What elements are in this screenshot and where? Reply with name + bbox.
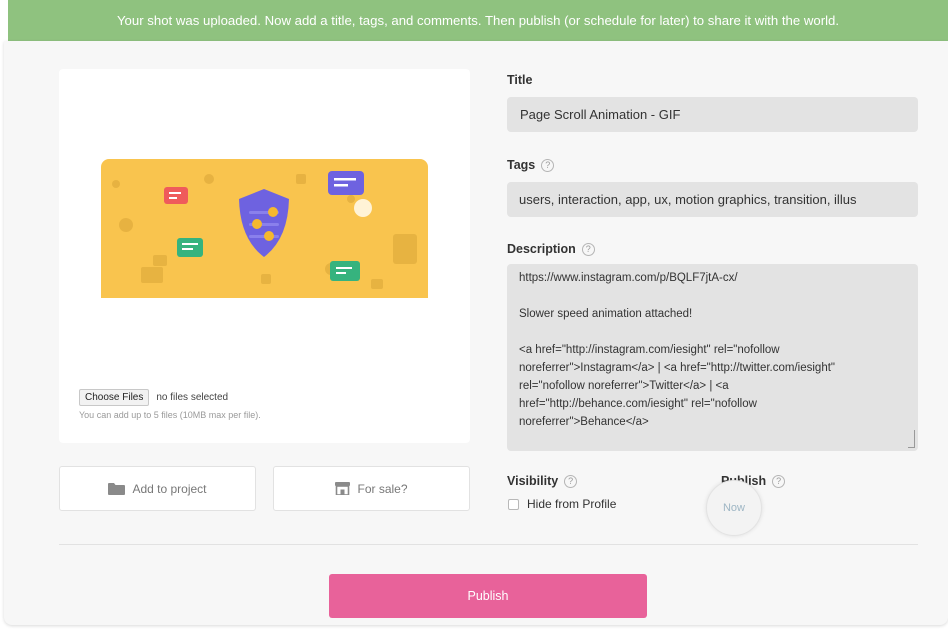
title-label-text: Title	[507, 73, 533, 87]
tags-label-text: Tags	[507, 158, 536, 172]
hide-from-profile-row[interactable]: Hide from Profile	[508, 497, 616, 511]
hide-from-profile-checkbox[interactable]	[508, 498, 519, 510]
add-to-project-label: Add to project	[132, 481, 207, 496]
file-status-text: no files selected	[156, 392, 229, 403]
add-to-project-button[interactable]: Add to project	[59, 466, 256, 511]
upload-page: Your shot was uploaded. Now add a title,…	[0, 0, 948, 631]
description-line	[519, 287, 910, 305]
help-icon[interactable]: ?	[581, 242, 595, 256]
visibility-label-text: Visibility	[507, 474, 559, 488]
help-icon[interactable]: ?	[541, 158, 555, 172]
publish-now-label: Now	[722, 502, 745, 514]
description-line: https://www.instagram.com/p/BQLF7jtA-cx/	[519, 272, 738, 284]
file-picker-row: Choose Files no files selected	[79, 389, 228, 406]
folder-icon	[108, 482, 126, 495]
for-sale-button[interactable]: For sale?	[273, 466, 470, 511]
for-sale-label: For sale?	[357, 481, 408, 496]
description-line: <a href="http://instagram.com/iesight" r…	[519, 344, 780, 356]
description-line	[519, 323, 910, 341]
upload-success-banner: Your shot was uploaded. Now add a title,…	[8, 0, 948, 41]
title-input[interactable]: Page Scroll Animation - GIF	[507, 97, 918, 132]
shot-preview-image	[101, 159, 428, 298]
visibility-label: Visibility ?	[507, 474, 578, 488]
description-line: rel="nofollow noreferrer">Twitter</a> | …	[519, 380, 729, 392]
title-label: Title	[507, 73, 532, 87]
description-line: href="http://behance.com/iesight" rel="n…	[519, 398, 757, 410]
description-textarea[interactable]: https://www.instagram.com/p/BQLF7jtA-cx/…	[507, 264, 918, 451]
tags-label: Tags ?	[507, 158, 555, 172]
hide-from-profile-label: Hide from Profile	[527, 497, 617, 511]
description-line: Slower speed animation attached!	[519, 308, 693, 320]
description-label-text: Description	[507, 242, 576, 256]
help-icon[interactable]: ?	[564, 474, 578, 488]
tags-input[interactable]: users, interaction, app, ux, motion grap…	[507, 182, 918, 217]
description-line: noreferrer">Behance</a>	[519, 416, 649, 428]
resize-grip-icon[interactable]	[908, 430, 915, 448]
form-divider	[59, 544, 918, 545]
file-size-hint: You can add up to 5 files (10MB max per …	[79, 410, 261, 420]
publish-now-toggle[interactable]: Now	[706, 480, 762, 536]
banner-message: Your shot was uploaded. Now add a title,…	[116, 13, 840, 28]
publish-button[interactable]: Publish	[329, 574, 647, 618]
choose-files-button[interactable]: Choose Files	[79, 389, 150, 406]
help-icon[interactable]: ?	[772, 474, 786, 488]
publish-button-label: Publish	[467, 589, 509, 603]
description-line: noreferrer">Instagram</a> | <a href="htt…	[519, 362, 835, 374]
store-icon	[335, 482, 351, 495]
shield-illustration	[112, 171, 417, 289]
description-label: Description ?	[507, 242, 595, 256]
